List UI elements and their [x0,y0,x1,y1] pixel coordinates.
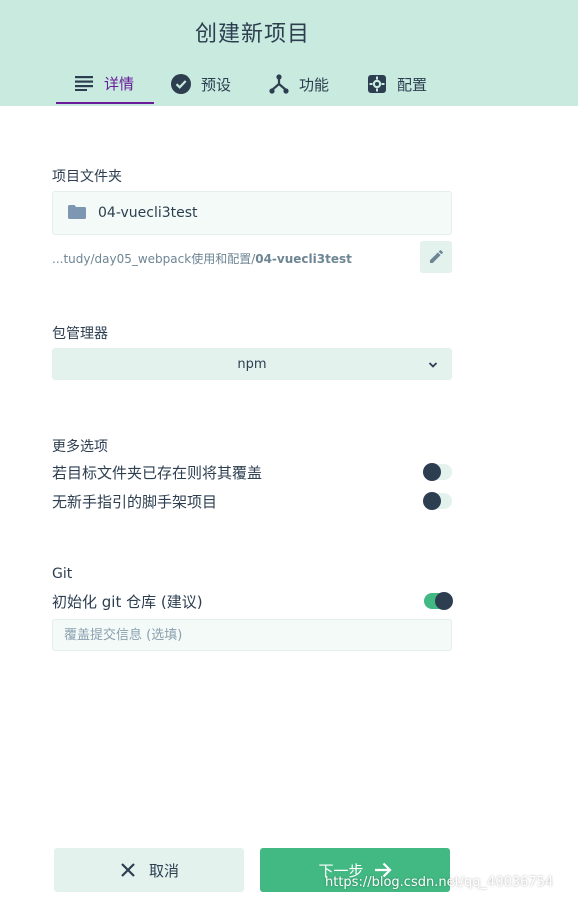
no-guide-option-row: 无新手指引的脚手架项目 [52,490,452,512]
chevron-down-icon [426,357,440,371]
folder-name: 04-vuecli3test [98,205,198,221]
tab-bar: 详情 预设 功能 配置 [56,64,444,106]
page-title: 创建新项目 [194,22,310,47]
close-icon [119,861,137,879]
no-guide-toggle[interactable] [423,492,452,510]
list-icon [74,73,94,93]
overwrite-toggle[interactable] [423,463,452,481]
check-circle-icon [171,74,191,94]
git-section-label: Git [52,566,73,582]
tab-features[interactable]: 功能 [252,64,350,104]
toggle-knob [423,463,441,481]
tab-label: 功能 [299,75,330,94]
folder-path: ...tudy/day05_webpack使用和配置/04-vuecli3tes… [52,250,352,267]
no-guide-option-label: 无新手指引的脚手架项目 [52,492,218,511]
pencil-icon [429,248,443,267]
tab-presets[interactable]: 预设 [154,64,252,104]
commit-message-input[interactable] [52,619,452,651]
more-options-label: 更多选项 [52,439,108,455]
overwrite-option-row: 若目标文件夹已存在则将其覆盖 [52,461,452,483]
cancel-label: 取消 [148,861,179,880]
cancel-button[interactable]: 取消 [54,848,244,892]
edit-path-button[interactable] [420,241,452,273]
fork-icon [269,74,289,94]
folder-path-name: 04-vuecli3test [255,252,352,266]
header: 创建新项目 详情 预设 功能 配置 [0,0,578,106]
toggle-knob [423,492,441,510]
folder-section-label: 项目文件夹 [52,169,122,185]
watermark: https://blog.csdn.net/qq_40036754 [325,875,554,890]
package-manager-label: 包管理器 [52,326,108,342]
tab-details[interactable]: 详情 [56,64,154,104]
folder-field[interactable]: 04-vuecli3test [52,191,452,235]
package-manager-select[interactable]: npm [52,348,452,380]
tab-label: 详情 [104,74,135,93]
git-init-label: 初始化 git 仓库 (建议) [52,592,203,611]
gear-icon [367,74,387,94]
folder-icon [68,205,86,221]
git-init-toggle[interactable] [424,592,453,610]
tab-label: 配置 [397,75,428,94]
tab-config[interactable]: 配置 [350,64,444,104]
toggle-knob [435,592,453,610]
tab-label: 预设 [201,75,232,94]
package-manager-value: npm [237,356,267,372]
folder-path-prefix: ...tudy/day05_webpack使用和配置/ [52,252,256,266]
overwrite-option-label: 若目标文件夹已存在则将其覆盖 [52,463,263,482]
git-init-row: 初始化 git 仓库 (建议) [52,590,453,612]
